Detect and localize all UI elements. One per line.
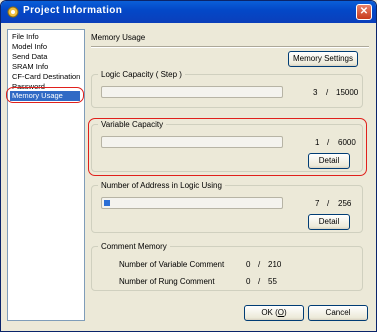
ok-suffix: ) <box>284 308 287 317</box>
rung-comment-used: 0 <box>246 277 251 286</box>
variable-comment-separator: / <box>258 260 261 269</box>
address-usage-progress <box>101 197 283 209</box>
cancel-button[interactable]: Cancel <box>308 305 368 321</box>
page-title: Memory Usage <box>91 33 146 42</box>
address-separator: / <box>327 199 330 208</box>
address-detail-button[interactable]: Detail <box>308 214 350 230</box>
window-title: Project Information <box>23 5 123 16</box>
address-used-value: 7 <box>315 199 320 208</box>
sidebar-item-model-info[interactable]: Model Info <box>10 42 49 52</box>
rung-comment-total: 55 <box>268 277 277 286</box>
header-divider <box>91 46 369 48</box>
sidebar-item-file-info[interactable]: File Info <box>10 32 41 42</box>
ok-label: OK ( <box>261 308 278 317</box>
logic-used-value: 3 <box>313 88 318 97</box>
variable-used-value: 1 <box>315 138 320 147</box>
ok-button[interactable]: OK (O) <box>244 305 304 321</box>
sidebar-item-memory-usage[interactable]: Memory Usage <box>10 91 80 101</box>
rung-comment-separator: / <box>258 277 261 286</box>
comment-memory-label: Comment Memory <box>98 242 170 251</box>
close-icon: ✕ <box>359 6 369 17</box>
variable-comment-used: 0 <box>246 260 251 269</box>
sidebar-item-sram-info[interactable]: SRAM Info <box>10 62 50 72</box>
variable-total-value: 6000 <box>338 138 356 147</box>
logic-capacity-label: Logic Capacity ( Step ) <box>98 70 185 79</box>
memory-settings-button[interactable]: Memory Settings <box>288 51 358 67</box>
project-information-dialog: Project Information ✕ File Info Model In… <box>0 0 377 332</box>
sidebar-item-send-data[interactable]: Send Data <box>10 52 49 62</box>
variable-separator: / <box>327 138 330 147</box>
sidebar: File Info Model Info Send Data SRAM Info… <box>7 29 85 321</box>
address-usage-label: Number of Address in Logic Using <box>98 181 225 190</box>
address-total-value: 256 <box>338 199 352 208</box>
variable-comment-label: Number of Variable Comment <box>119 260 225 269</box>
variable-detail-button[interactable]: Detail <box>308 153 350 169</box>
rung-comment-label: Number of Rung Comment <box>119 277 215 286</box>
logic-capacity-progress <box>101 86 283 98</box>
variable-capacity-progress <box>101 136 283 148</box>
project-gear-icon <box>7 6 19 18</box>
logic-total-value: 15000 <box>336 88 359 97</box>
address-usage-fill <box>104 200 110 206</box>
variable-comment-total: 210 <box>268 260 282 269</box>
close-button[interactable]: ✕ <box>356 4 372 20</box>
sidebar-item-cf-card-destination[interactable]: CF-Card Destination <box>10 72 82 82</box>
title-bar[interactable]: Project Information ✕ <box>1 1 376 23</box>
logic-separator: / <box>326 88 329 97</box>
variable-capacity-label: Variable Capacity <box>98 120 167 129</box>
